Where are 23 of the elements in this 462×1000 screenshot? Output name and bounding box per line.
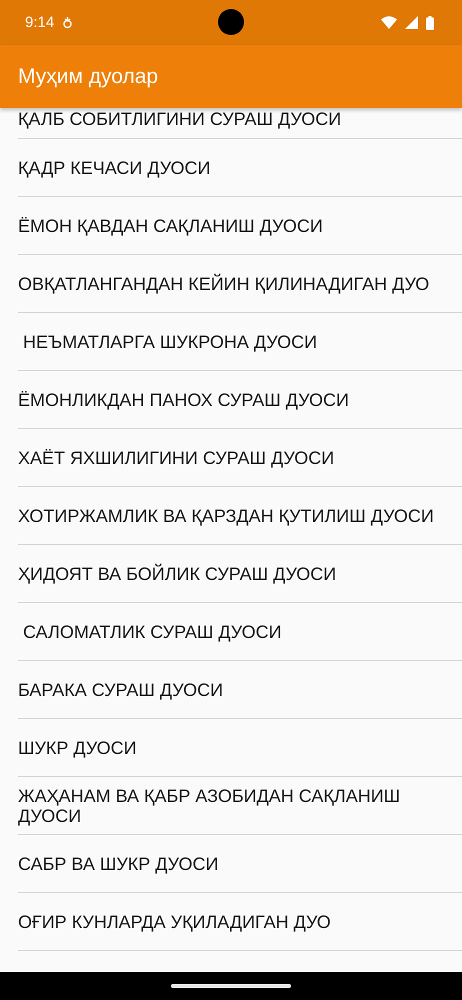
list-item[interactable]: ХОТИРЖАМЛИК ВА ҚАРЗДАН ҚУТИЛИШ ДУОСИ [18,487,462,545]
battery-icon [426,16,434,30]
list-item[interactable]: ОВҚАТЛАНГАНДАН КЕЙИН ҚИЛИНАДИГАН ДУО [18,255,462,313]
wifi-icon [381,16,397,29]
camera-hole [218,9,244,35]
signal-icon [405,16,418,29]
app-title: Муҳим дуолар [18,64,158,88]
list-item[interactable]: БАРАКА СУРАШ ДУОСИ [18,661,462,719]
list-item[interactable]: САБР ВА ШУКР ДУОСИ [18,835,462,893]
list-item[interactable]: ҚАЛБ СОБИТЛИГИНИ СУРАШ ДУОСИ [18,108,462,139]
list-item[interactable]: НЕЪМАТЛАРГА ШУКРОНА ДУОСИ [18,313,462,371]
status-time: 9:14 [25,14,54,31]
list-item[interactable]: ҚАДР КЕЧАСИ ДУОСИ [18,139,462,197]
list-item[interactable]: ШУКР ДУОСИ [18,719,462,777]
list-item[interactable]: ЖАҲАНАМ ВА ҚАБР АЗОБИДАН САҚЛАНИШ ДУОСИ [18,777,462,835]
list-item[interactable]: ОҒИР КУНЛАРДА УҚИЛАДИГАН ДУО [18,893,462,951]
list-item[interactable]: ҲИДОЯТ ВА БОЙЛИК СУРАШ ДУОСИ [18,545,462,603]
list-item[interactable]: ЁМОН ҚАВДАН САҚЛАНИШ ДУОСИ [18,197,462,255]
list-item[interactable]: ХАЁТ ЯХШИЛИГИНИ СУРАШ ДУОСИ [18,429,462,487]
notification-icon [62,16,74,30]
list-item[interactable]: ЁМОНЛИКДАН ПАНОХ СУРАШ ДУОСИ [18,371,462,429]
home-handle[interactable] [171,984,291,988]
list-item[interactable]: САЛОМАТЛИК СУРАШ ДУОСИ [18,603,462,661]
